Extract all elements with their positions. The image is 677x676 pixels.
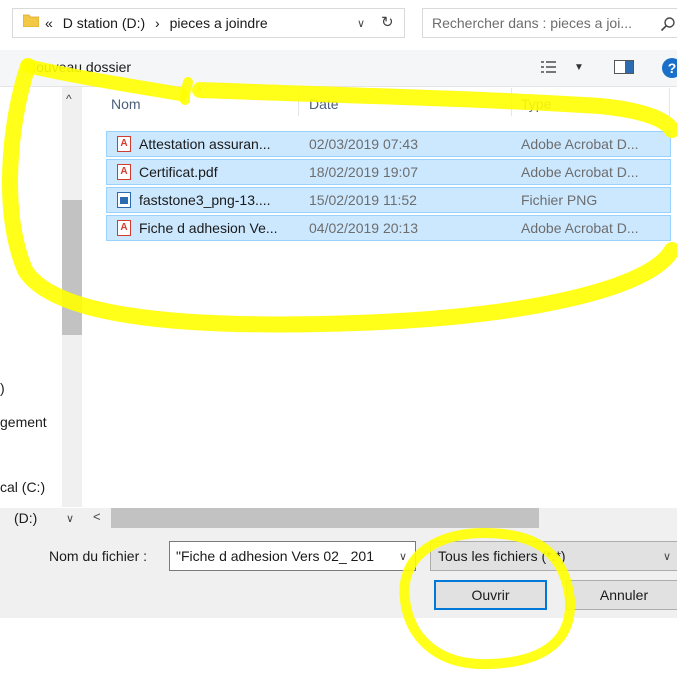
nav-item-local-c[interactable]: cal (C:) bbox=[0, 479, 45, 495]
file-type: Adobe Acrobat D... bbox=[521, 164, 639, 180]
column-divider[interactable] bbox=[511, 88, 512, 116]
filename-value[interactable]: "Fiche d adhesion Vers 02_ 201 bbox=[176, 548, 374, 564]
png-file-icon bbox=[117, 192, 131, 208]
breadcrumb-drive[interactable]: D station (D:) bbox=[63, 15, 145, 31]
file-date: 04/02/2019 20:13 bbox=[309, 220, 418, 236]
column-divider[interactable] bbox=[669, 88, 670, 116]
filename-input[interactable]: "Fiche d adhesion Vers 02_ 201 ∨ bbox=[169, 541, 416, 571]
file-date: 02/03/2019 07:43 bbox=[309, 136, 418, 152]
open-button[interactable]: Ouvrir bbox=[434, 580, 547, 610]
search-input[interactable]: Rechercher dans : pieces a joi... bbox=[432, 15, 632, 31]
cancel-button[interactable]: Annuler bbox=[566, 580, 677, 610]
toolbar: Nouveau dossier ▼ ? bbox=[0, 50, 677, 87]
view-dropdown-icon[interactable]: ▼ bbox=[574, 62, 584, 73]
search-icon[interactable] bbox=[660, 16, 676, 32]
filetype-value: Tous les fichiers (*.*) bbox=[438, 548, 566, 564]
chevron-down-icon[interactable]: ∨ bbox=[66, 512, 74, 525]
folder-icon bbox=[23, 14, 39, 27]
file-type: Adobe Acrobat D... bbox=[521, 220, 639, 236]
file-name: Certificat.pdf bbox=[139, 164, 218, 180]
file-row[interactable]: A Fiche d adhesion Ve... 04/02/2019 20:1… bbox=[106, 215, 671, 241]
file-name: Fiche d adhesion Ve... bbox=[139, 220, 278, 236]
nav-item-drive-d[interactable]: (D:) bbox=[14, 510, 37, 526]
file-row[interactable]: faststone3_png-13.... 15/02/2019 11:52 F… bbox=[106, 187, 671, 213]
address-dropdown-icon[interactable]: ∨ bbox=[357, 17, 365, 30]
breadcrumb-separator: › bbox=[155, 15, 160, 31]
file-name: faststone3_png-13.... bbox=[139, 192, 271, 208]
nav-scroll-up-icon[interactable]: ^ bbox=[66, 92, 72, 106]
refresh-icon[interactable]: ↻ bbox=[381, 13, 394, 31]
preview-pane-icon[interactable] bbox=[614, 60, 634, 74]
pdf-file-icon: A bbox=[117, 220, 131, 236]
new-folder-button[interactable]: Nouveau dossier bbox=[26, 59, 131, 75]
chevron-down-icon[interactable]: ∨ bbox=[663, 550, 671, 563]
sort-caret-icon: ^ bbox=[197, 86, 203, 98]
address-overflow[interactable]: « bbox=[45, 15, 53, 31]
filetype-select[interactable]: Tous les fichiers (*.*) ∨ bbox=[430, 541, 677, 571]
nav-item-1[interactable]: ) bbox=[0, 380, 5, 396]
nav-pane-scroll-thumb[interactable] bbox=[62, 200, 82, 335]
scroll-left-icon[interactable]: < bbox=[93, 509, 101, 524]
view-options-icon[interactable] bbox=[541, 60, 557, 74]
horizontal-scroll-thumb[interactable] bbox=[111, 508, 539, 528]
nav-item-2[interactable]: gement bbox=[0, 414, 47, 430]
column-header-date[interactable]: Date bbox=[309, 96, 339, 112]
pdf-file-icon: A bbox=[117, 136, 131, 152]
column-header-name[interactable]: Nom bbox=[111, 96, 141, 112]
column-header-type[interactable]: Type bbox=[521, 96, 551, 112]
file-type: Adobe Acrobat D... bbox=[521, 136, 639, 152]
file-date: 18/02/2019 19:07 bbox=[309, 164, 418, 180]
file-date: 15/02/2019 11:52 bbox=[309, 192, 417, 208]
file-name: Attestation assuran... bbox=[139, 136, 271, 152]
breadcrumb-folder[interactable]: pieces a joindre bbox=[170, 15, 268, 31]
file-row[interactable]: A Attestation assuran... 02/03/2019 07:4… bbox=[106, 131, 671, 157]
search-box[interactable]: Rechercher dans : pieces a joi... bbox=[422, 8, 677, 38]
pdf-file-icon: A bbox=[117, 164, 131, 180]
filename-label: Nom du fichier : bbox=[49, 548, 148, 564]
file-type: Fichier PNG bbox=[521, 192, 598, 208]
column-divider[interactable] bbox=[298, 88, 299, 116]
file-row[interactable]: A Certificat.pdf 18/02/2019 19:07 Adobe … bbox=[106, 159, 671, 185]
chevron-down-icon[interactable]: ∨ bbox=[399, 550, 407, 563]
help-icon[interactable]: ? bbox=[662, 58, 677, 78]
address-bar[interactable]: « D station (D:) › pieces a joindre ∨ ↻ bbox=[12, 8, 405, 38]
